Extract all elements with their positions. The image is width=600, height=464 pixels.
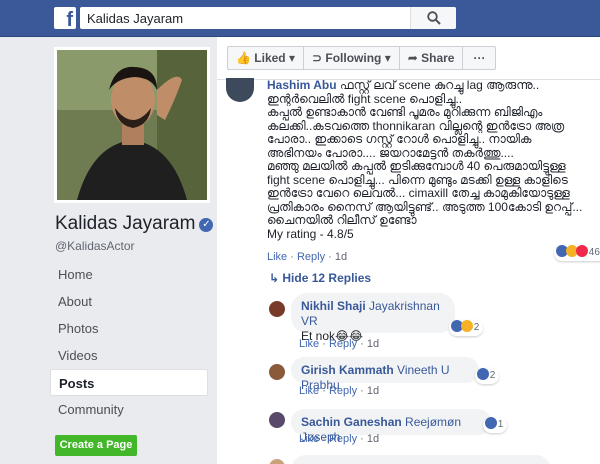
comment-line: ഇൻട്രോ വേറെ ലെവൽ... cimaxill തേച്ച കാമുക… [267, 186, 570, 200]
reaction-count: 1 [497, 419, 504, 430]
reply-time: 1d [366, 338, 380, 350]
profile-name-text[interactable]: Kalidas Jayaram [55, 213, 195, 234]
reply-avatar[interactable] [269, 459, 285, 464]
reply-actions: Like · Reply · 1d [299, 338, 380, 350]
like-reaction-icon [485, 417, 497, 429]
search-box[interactable] [80, 7, 456, 29]
reply-avatar[interactable] [269, 364, 285, 380]
comment-line: ഇന്റർവെലിൽ fight scene പൊളിച്ചു.. [267, 91, 463, 106]
search-icon [427, 11, 441, 25]
nav-item-photos[interactable]: Photos [50, 315, 208, 342]
rss-icon: ⊃ [311, 51, 326, 65]
comment-line: ഫസ്റ്റ് ലവ് scene കുറച്ചു lag ആരുന്നു.. [336, 78, 540, 92]
comment-line: കലക്കി..കടവത്തെ thonnikaran വില്ലന്റെ ഇൻ… [267, 118, 565, 133]
nav-item-community[interactable]: Community [50, 396, 208, 423]
reply-link[interactable]: Reply [297, 251, 325, 263]
thumbs-up-icon: 👍 [236, 51, 255, 65]
commenter-avatar[interactable] [226, 78, 254, 102]
nav-item-home[interactable]: Home [50, 261, 208, 288]
like-link[interactable]: Like [299, 433, 319, 445]
share-button[interactable]: ➦ Share [398, 46, 464, 70]
reply-bubble: Girish Kammath Vineeth U Prabhu [291, 357, 479, 392]
following-button[interactable]: ⊃ Following ▾ [302, 46, 400, 70]
reply-time: 1d [366, 385, 380, 397]
search-input[interactable] [80, 7, 420, 29]
profile-photo-image [57, 50, 207, 200]
reaction-count: 2 [489, 370, 496, 381]
nav-item-about[interactable]: About [50, 288, 208, 315]
reply-actions: Like · Reply · 1d [299, 433, 380, 445]
comment-author[interactable]: Hashim Abu [267, 78, 337, 92]
reply-bubble: Sachin Ganeshan Reejømøn Jøseph [291, 409, 491, 444]
reply-avatar[interactable] [269, 412, 285, 428]
reply-arrow-icon: ↳ [269, 271, 283, 285]
love-reaction-icon [576, 245, 588, 257]
page-nav: Home About Photos Videos Posts Community [50, 261, 208, 423]
reaction-count: 464 [588, 247, 600, 258]
comment-time: 1d [334, 251, 348, 263]
reply-actions: Like · Reply · 1d [299, 385, 380, 397]
haha-reaction-icon [461, 320, 473, 332]
reply-author[interactable]: Nikhil Shaji [301, 299, 366, 313]
nav-item-posts[interactable]: Posts [50, 369, 208, 396]
hide-replies-link[interactable]: ↳ Hide 12 Replies [269, 271, 371, 285]
hide-replies-label: Hide 12 Replies [282, 271, 372, 285]
reply-link[interactable]: Reply [329, 385, 357, 397]
profile-picture[interactable] [54, 47, 210, 203]
comment-line: പ്രതികാരം നൈസ് ആയിട്ടുണ്ട്.. അടുത്ത 100ക… [267, 199, 583, 214]
reply-bubble: Nikhil Shaji Jayakrishnan VR Et nok😂😂 [291, 293, 455, 343]
comment-actions: Like · Reply · 1d [267, 251, 348, 263]
more-button[interactable]: ··· [462, 46, 497, 70]
comment-line: പോരാ.. ഇക്കാടെ ഗസ്റ്റ് റോൾ പൊളിച്ചു.. നാ… [267, 132, 532, 146]
reply-author[interactable]: Sachin Ganeshan [301, 415, 402, 429]
like-link[interactable]: Like [299, 385, 319, 397]
like-reaction-icon [477, 368, 489, 380]
nav-item-videos[interactable]: Videos [50, 342, 208, 369]
share-label: Share [421, 51, 455, 65]
profile-name[interactable]: Kalidas Jayaram ✓ [55, 213, 214, 235]
search-button[interactable] [410, 7, 456, 29]
reply-avatar[interactable] [269, 301, 285, 317]
following-label: Following ▾ [325, 51, 391, 65]
facebook-logo-icon[interactable]: f [54, 7, 76, 31]
reply-author[interactable]: Girish Kammath [301, 363, 394, 377]
like-link[interactable]: Like [267, 251, 287, 263]
profile-handle: @KalidasActor [55, 239, 135, 253]
comment-line: അഭിനയം പോരാ.... ജയറാമേട്ടൻ തകർത്തു.... [267, 145, 514, 160]
page-actions: 👍 Liked ▾ ⊃ Following ▾ ➦ Share ··· [227, 46, 497, 70]
share-arrow-icon: ➦ [407, 51, 422, 65]
comment-line: ചൈനയിൽ റിലീസ് ഉണ്ടോ [267, 213, 417, 227]
reply-link[interactable]: Reply [329, 338, 357, 350]
reply-reactions[interactable]: 2 [475, 368, 500, 384]
comment-line: മഞ്ഞു മലയിൽ കപ്പൽ ഇടിക്കുമ്പോൾ 40 പെരുമാ… [267, 159, 566, 173]
verified-badge-icon: ✓ [199, 218, 214, 232]
comment-line: fight scene പൊളിച്ചു... പിന്നെ മുണ്ടും മ… [267, 172, 568, 187]
liked-label: Liked ▾ [254, 51, 295, 65]
create-page-button[interactable]: Create a Page [55, 435, 137, 456]
liked-button[interactable]: 👍 Liked ▾ [227, 46, 304, 70]
post-panel: 👍 Liked ▾ ⊃ Following ▾ ➦ Share ··· Hash… [217, 37, 600, 464]
main-comment: Hashim Abu ഫസ്റ്റ് ലവ് scene കുറച്ചു lag… [267, 78, 597, 241]
reaction-count: 2 [473, 322, 480, 333]
top-bar: f [0, 0, 600, 37]
like-link[interactable]: Like [299, 338, 319, 350]
left-column: Kalidas Jayaram ✓ @KalidasActor Home Abou… [0, 37, 216, 464]
reply-link[interactable]: Reply [329, 433, 357, 445]
comment-rating: My rating - 4.8/5 [267, 226, 354, 241]
reply-time: 1d [366, 433, 380, 445]
comment-reactions[interactable]: 464 [554, 245, 600, 261]
reply-reactions[interactable]: 1 [483, 417, 508, 433]
comment-line: കപ്പൽ ഉണ്ടാകാൻ വേണ്ടി പൂമരം മുറിക്കുന്ന … [267, 105, 543, 119]
reply-bubble-partial [291, 455, 551, 464]
reply-reactions[interactable]: 2 [449, 320, 484, 336]
